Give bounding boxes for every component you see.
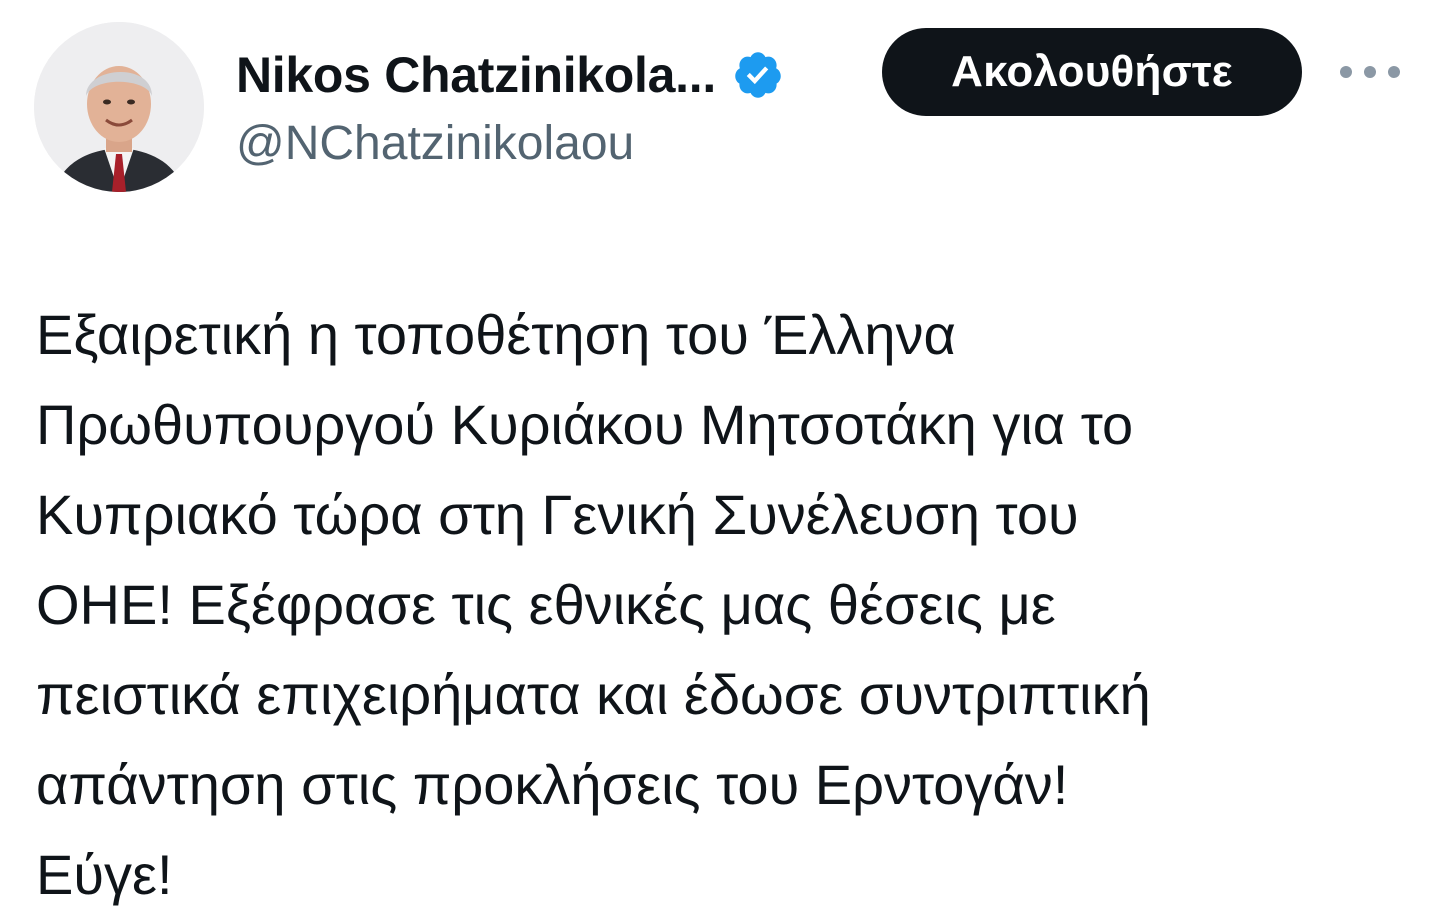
tweet-text-line: Πρωθυπουργού Κυριάκου Μητσοτάκη για το xyxy=(36,393,1134,456)
tweet-text-line: απάντηση στις προκλήσεις του Ερντογάν! xyxy=(36,753,1069,816)
more-horizontal-icon xyxy=(1364,66,1376,78)
tweet-text-line: Εύγε! xyxy=(36,843,173,906)
tweet-text-line: πειστικά επιχειρήματα και έδωσε συντριπτ… xyxy=(36,663,1151,726)
tweet-text-line: ΟΗΕ! Εξέφρασε τις εθνικές μας θέσεις με xyxy=(36,573,1056,636)
tweet-text-line: Εξαιρετική η τοποθέτηση του Έλληνα xyxy=(36,303,956,366)
follow-button[interactable]: Ακολουθήστε xyxy=(882,28,1302,116)
avatar[interactable] xyxy=(34,22,204,192)
author-name-row: Nikos Chatzinikola... xyxy=(236,44,784,106)
avatar-portrait-icon xyxy=(34,22,204,192)
more-horizontal-icon xyxy=(1340,66,1352,78)
more-options-button[interactable] xyxy=(1340,52,1400,92)
tweet-text-line: Κυπριακό τώρα στη Γενική Συνέλευση του xyxy=(36,483,1079,546)
author-handle[interactable]: @NChatzinikolaou xyxy=(236,114,634,174)
tweet-card: Nikos Chatzinikola... @NChatzinikolaou Α… xyxy=(0,0,1437,916)
author-display-name[interactable]: Nikos Chatzinikola... xyxy=(236,44,716,106)
tweet-text: Εξαιρετική η τοποθέτηση του Έλληνα Πρωθυ… xyxy=(36,290,1416,920)
more-horizontal-icon xyxy=(1388,66,1400,78)
verified-badge-icon xyxy=(732,49,784,101)
